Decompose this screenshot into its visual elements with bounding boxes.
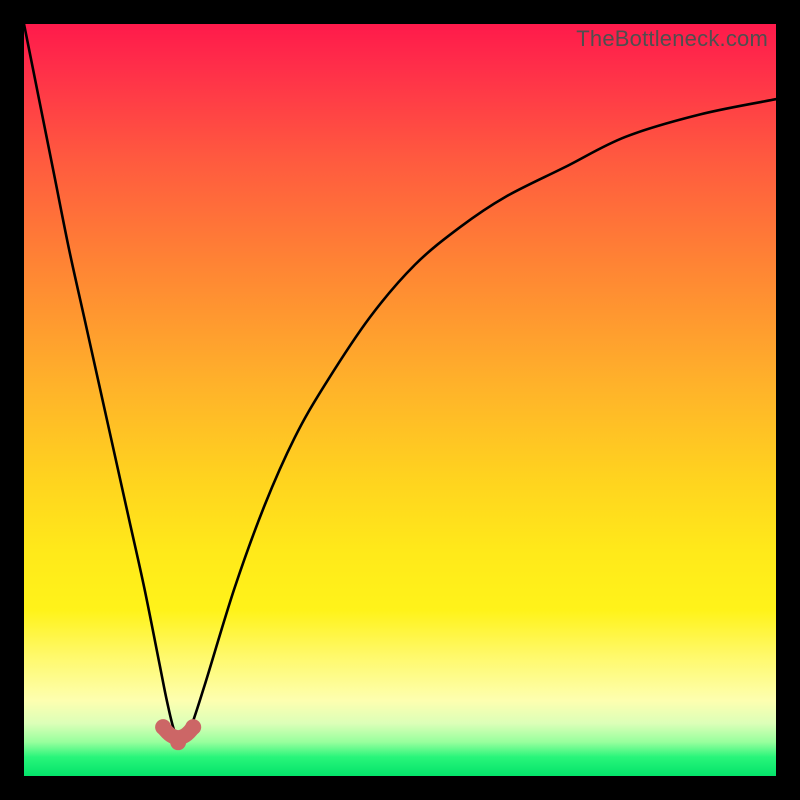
chart-frame: TheBottleneck.com	[0, 0, 800, 800]
watermark-label: TheBottleneck.com	[576, 26, 768, 52]
bottleneck-curve	[24, 24, 776, 738]
curve-layer	[24, 24, 776, 776]
valley-marker	[170, 734, 186, 750]
valley-marker	[185, 719, 201, 735]
valley-marker	[155, 719, 171, 735]
valley-markers	[155, 719, 201, 750]
plot-area: TheBottleneck.com	[24, 24, 776, 776]
